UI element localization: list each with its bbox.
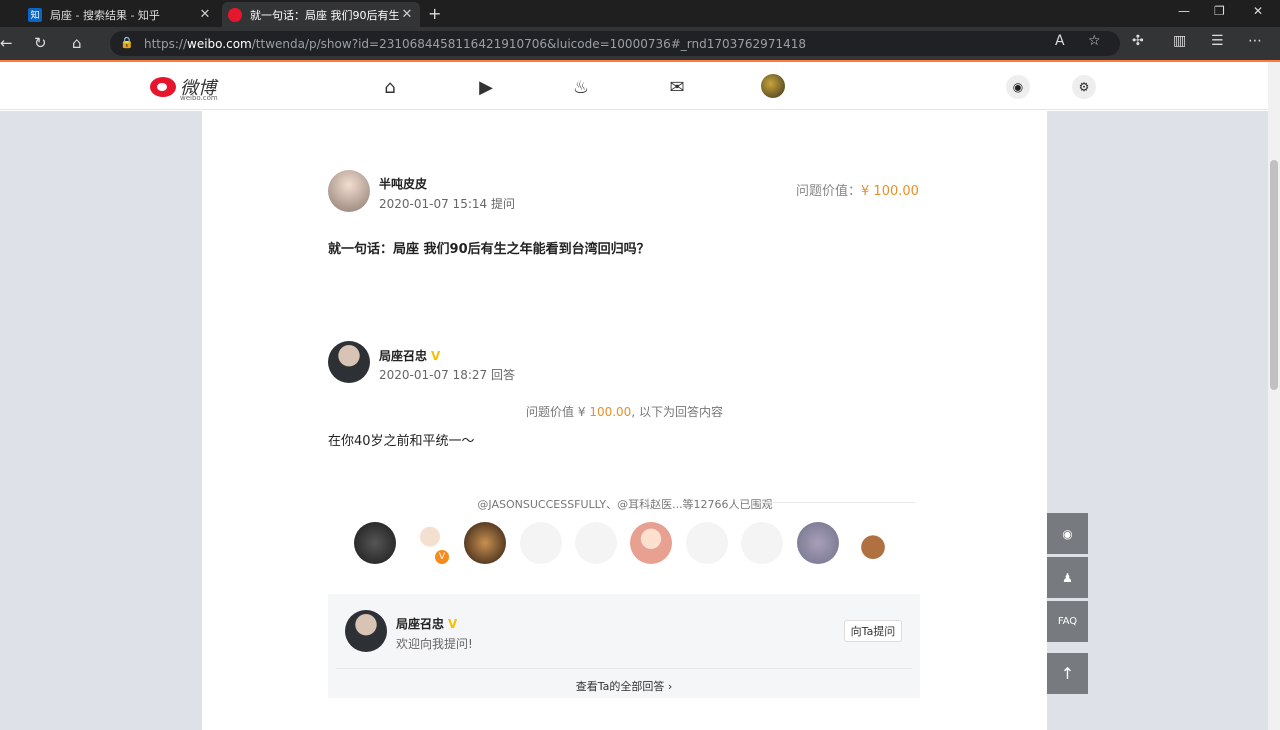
back-icon[interactable]: ← xyxy=(0,34,13,52)
more-icon[interactable]: ⋯ xyxy=(1248,33,1262,49)
tab-weibo[interactable]: 就一句话：局座 我们90后有生之 ✕ xyxy=(222,2,420,27)
watcher-avatar[interactable] xyxy=(354,522,396,564)
new-tab-icon[interactable]: + xyxy=(428,4,441,23)
value-amount: 100.00 xyxy=(589,405,632,419)
answer-content: 在你40岁之前和平统一～ xyxy=(328,434,475,449)
url-field[interactable]: 🔒 https://weibo.com/ttwenda/p/show?id=23… xyxy=(110,31,1120,56)
ask-question-button[interactable]: 向Ta提问 xyxy=(844,620,902,642)
price-label: 问题价值： xyxy=(796,184,862,199)
divider xyxy=(336,668,912,669)
tab-bar: 知 局座 - 搜索结果 - 知乎 ✕ 就一句话：局座 我们90后有生之 ✕ + … xyxy=(0,0,1280,27)
watcher-avatar[interactable] xyxy=(741,522,783,564)
favorite-icon[interactable]: ☆ xyxy=(1088,33,1101,49)
refresh-icon[interactable]: ↻ xyxy=(34,34,47,52)
profile-name: 局座召忠 xyxy=(396,617,445,631)
url-path: /ttwenda/p/show?id=231068445811642191070… xyxy=(251,36,806,51)
extensions-icon[interactable]: ✣ xyxy=(1132,33,1144,49)
watcher-avatar[interactable] xyxy=(852,522,894,564)
answer-value-line: 问题价值 ¥ 100.00, 以下为回答内容 xyxy=(202,403,1047,420)
hot-icon[interactable]: ♨ xyxy=(570,76,592,98)
close-tab-icon[interactable]: ✕ xyxy=(400,7,414,22)
tab-title: 局座 - 搜索结果 - 知乎 xyxy=(50,8,160,22)
watcher-avatar[interactable] xyxy=(464,522,506,564)
weibo-share-icon[interactable]: ◉ xyxy=(1047,513,1088,554)
restore-icon[interactable]: ❐ xyxy=(1214,4,1225,18)
answer-time: 2020-01-07 18:27 回答 xyxy=(379,368,515,382)
question-price: 问题价值：¥ 100.00 xyxy=(796,180,919,199)
close-window-icon[interactable]: ✕ xyxy=(1253,4,1263,18)
watcher-avatar[interactable] xyxy=(797,522,839,564)
faq-button[interactable]: FAQ xyxy=(1047,601,1088,642)
video-icon[interactable]: ▶ xyxy=(475,76,497,98)
profile-welcome: 欢迎向我提问! xyxy=(396,637,473,651)
weibo-logo[interactable]: 微博 weibo.com xyxy=(150,74,218,102)
close-tab-icon[interactable]: ✕ xyxy=(198,7,212,22)
value-prefix: 问题价值 ¥ xyxy=(526,405,590,419)
url-scheme: https:// xyxy=(144,36,188,51)
minimize-icon[interactable]: — xyxy=(1178,4,1190,18)
browser-chrome: 知 局座 - 搜索结果 - 知乎 ✕ 就一句话：局座 我们90后有生之 ✕ + … xyxy=(0,0,1280,62)
profile-name-row[interactable]: 局座召忠 V xyxy=(396,615,457,632)
zhihu-favicon-icon: 知 xyxy=(28,7,42,22)
watcher-avatar[interactable] xyxy=(520,522,562,564)
back-to-top-icon[interactable]: ↑ xyxy=(1047,653,1088,694)
watchers-text: @JASONSUCCESSFULLY、@耳科赵医...等12766人已围观 xyxy=(477,498,773,511)
logo-subtext: weibo.com xyxy=(180,94,218,102)
answerer-name: 局座召忠 xyxy=(379,349,428,363)
question-title: 就一句话：局座 我们90后有生之年能看到台湾回归吗？ xyxy=(328,242,650,257)
home-icon[interactable]: ⌂ xyxy=(72,34,82,52)
asker-name[interactable]: 半吨皮皮 xyxy=(379,175,427,192)
user-avatar[interactable] xyxy=(761,74,785,98)
scrollbar-thumb[interactable] xyxy=(1270,160,1278,390)
verified-icon: V xyxy=(448,617,458,631)
page-scrollbar[interactable] xyxy=(1268,62,1280,730)
answerer-avatar[interactable] xyxy=(328,341,370,383)
qq-icon[interactable]: ♟ xyxy=(1047,557,1088,598)
profile-avatar[interactable] xyxy=(345,610,387,652)
split-screen-icon[interactable]: ▥ xyxy=(1173,33,1186,49)
tab-zhihu[interactable]: 知 局座 - 搜索结果 - 知乎 ✕ xyxy=(22,2,218,27)
view-all-answers-link[interactable]: 查看Ta的全部回答 › xyxy=(328,678,920,694)
url-domain: weibo.com xyxy=(187,36,252,51)
asker-avatar[interactable] xyxy=(328,170,370,212)
value-suffix: , 以下为回答内容 xyxy=(631,405,723,419)
divider xyxy=(760,502,915,503)
weibo-eye-icon xyxy=(150,77,176,97)
address-bar-row: ← ↻ ⌂ 🔒 https://weibo.com/ttwenda/p/show… xyxy=(0,27,1280,60)
settings-icon[interactable]: ⚙ xyxy=(1072,75,1096,99)
verified-icon: V xyxy=(431,349,441,363)
collections-icon[interactable]: ☰ xyxy=(1211,33,1224,49)
home-icon[interactable]: ⌂ xyxy=(379,76,401,98)
watcher-avatar[interactable] xyxy=(686,522,728,564)
verified-badge-icon: V xyxy=(435,550,449,564)
tab-title: 就一句话：局座 我们90后有生之 xyxy=(250,8,400,22)
price-value: ¥ 100.00 xyxy=(861,184,919,199)
read-aloud-icon[interactable]: A xyxy=(1055,33,1065,49)
answerer-name-row[interactable]: 局座召忠 V xyxy=(379,347,440,364)
game-icon[interactable]: ◉ xyxy=(1006,75,1030,99)
watcher-avatar[interactable] xyxy=(575,522,617,564)
weibo-favicon-icon xyxy=(228,7,242,22)
lock-icon: 🔒 xyxy=(120,36,134,49)
question-time: 2020-01-07 15:14 提问 xyxy=(379,197,515,211)
message-icon[interactable]: ✉ xyxy=(666,76,688,98)
watcher-avatar[interactable] xyxy=(630,522,672,564)
